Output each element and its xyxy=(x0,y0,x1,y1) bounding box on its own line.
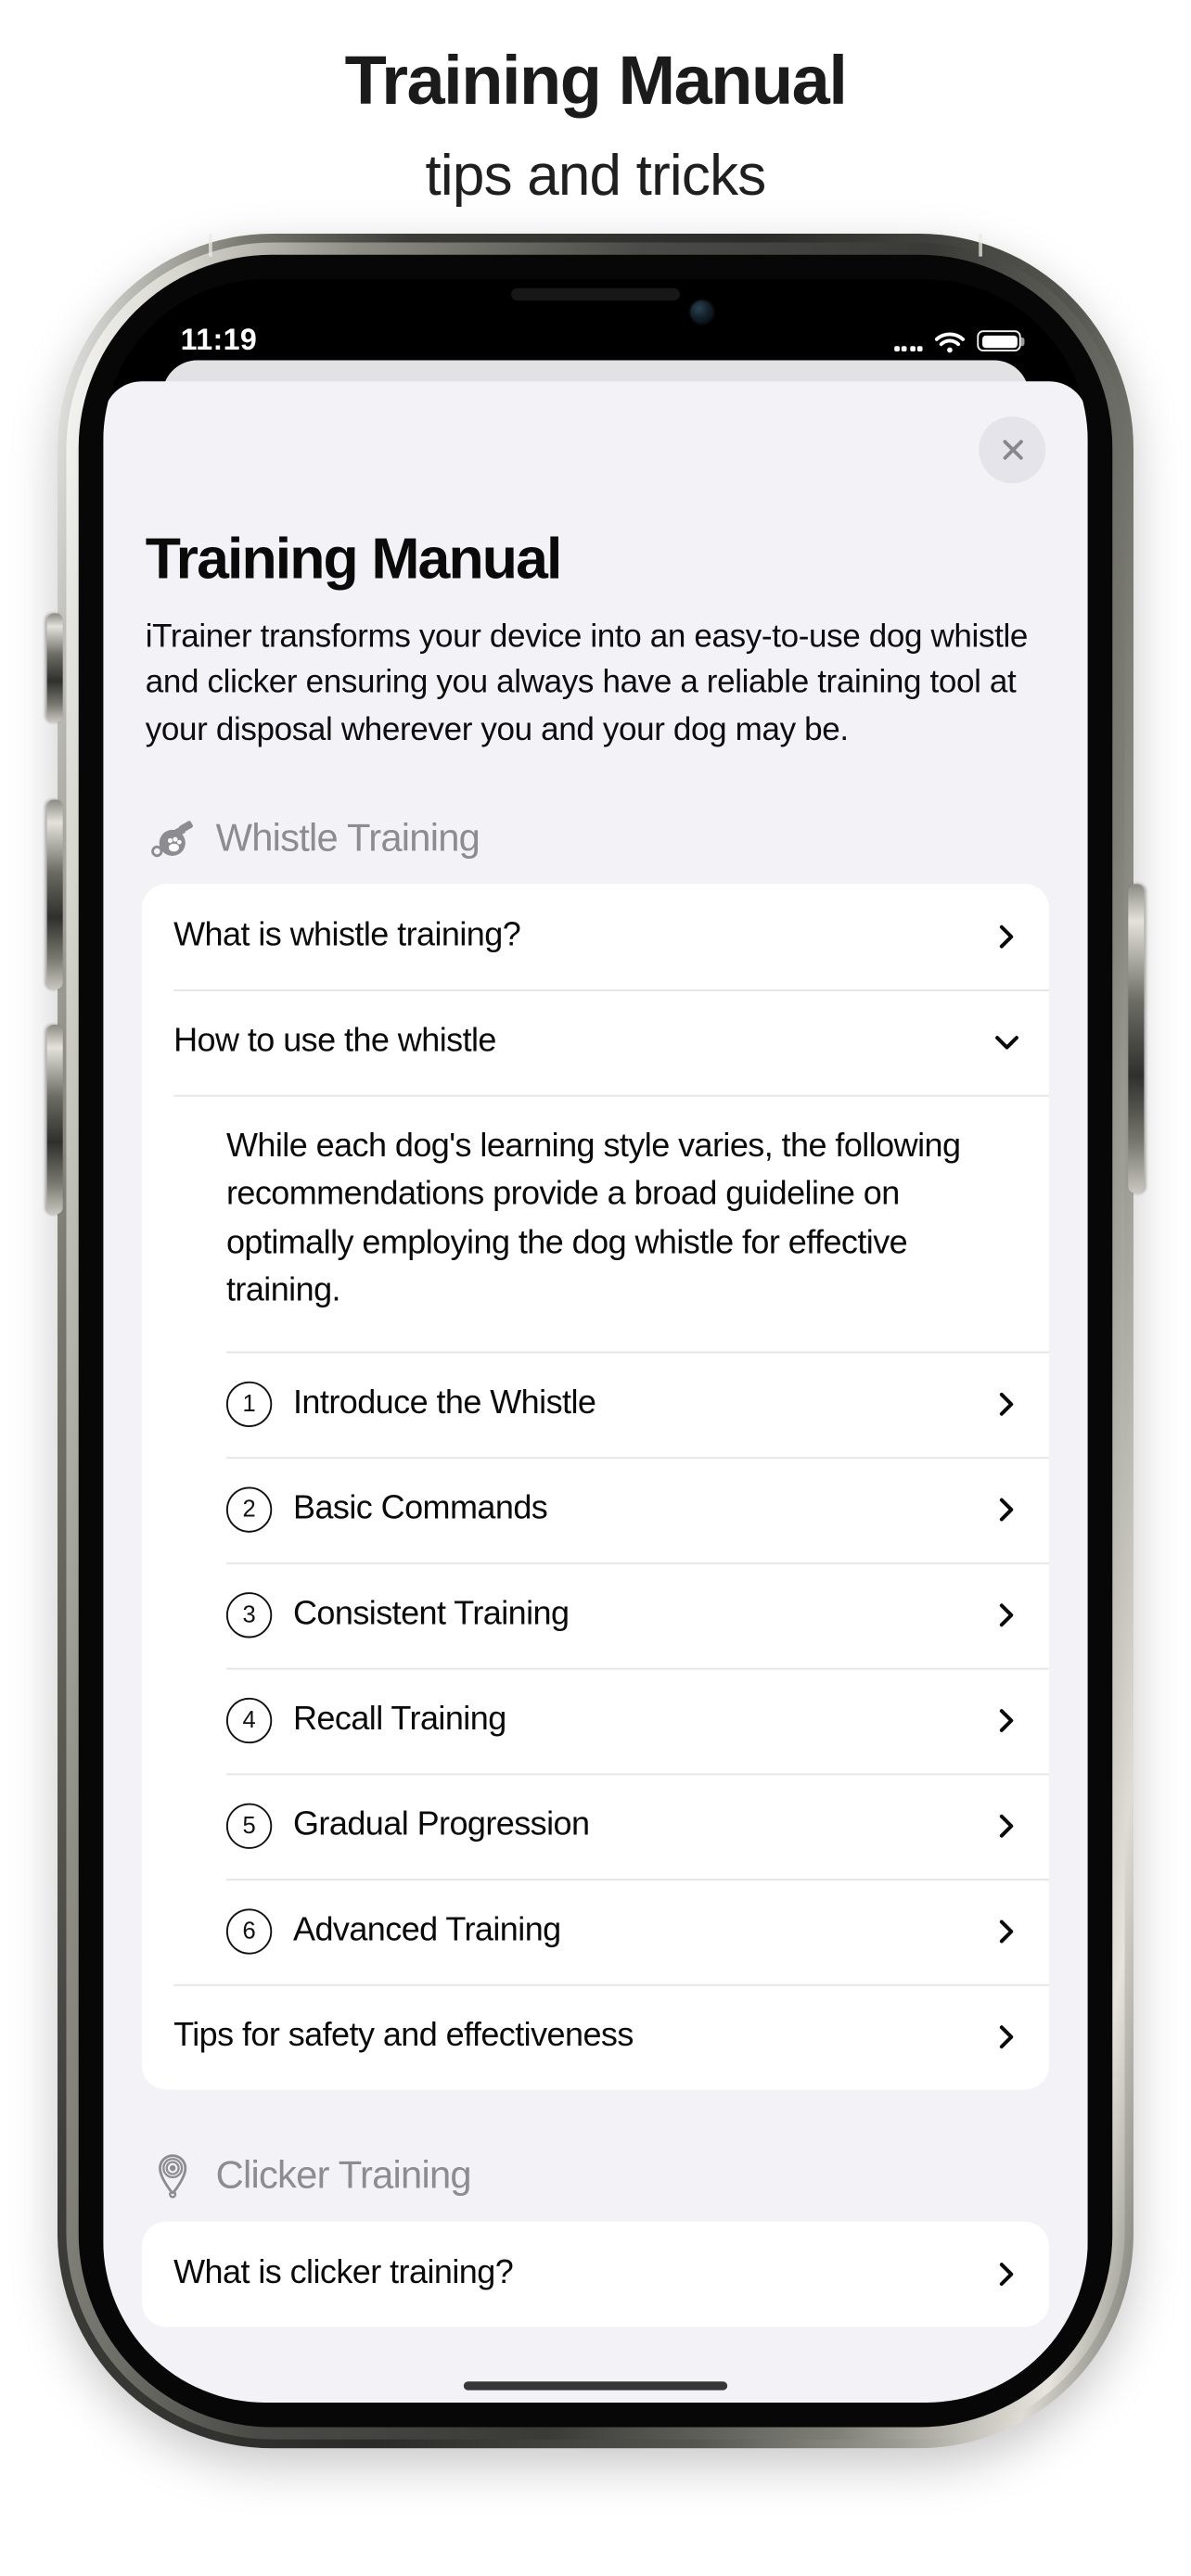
page-description: iTrainer transforms your device into an … xyxy=(145,617,1029,746)
mute-switch-button[interactable] xyxy=(46,613,63,722)
expanded-body-text: While each dog's learning style varies, … xyxy=(142,1094,1050,1351)
list-item-label: Tips for safety and effectiveness xyxy=(173,2017,634,2055)
chevron-right-icon xyxy=(992,1390,1020,1418)
step-number: 5 xyxy=(225,1803,273,1849)
section-label: Clicker Training xyxy=(215,2153,472,2199)
notch xyxy=(439,279,752,338)
list-item-label: What is whistle training? xyxy=(173,916,521,954)
phone-mockup: 11:19 Training Manual iTrainer transform… xyxy=(46,234,1145,2449)
clicker-training-card: What is clicker training? xyxy=(141,2221,1050,2327)
list-item-step-5[interactable]: 5 Gradual Progression xyxy=(142,1773,1050,1879)
whistle-training-card: What is whistle training? How to use the… xyxy=(141,883,1050,2090)
earpiece-speaker-icon xyxy=(511,287,680,301)
list-item-step-6[interactable]: 6 Advanced Training xyxy=(142,1879,1050,1984)
wifi-icon xyxy=(934,330,966,353)
section-header-whistle-training: Whistle Training xyxy=(142,752,1049,884)
antenna-seam-right xyxy=(979,234,982,257)
list-item-tips-for-safety[interactable]: Tips for safety and effectiveness xyxy=(142,1983,1050,2090)
promo-subtitle: tips and tricks xyxy=(425,144,766,209)
power-button[interactable] xyxy=(1128,884,1145,1193)
list-item-label: Advanced Training xyxy=(292,1912,561,1949)
section-header-clicker-training: Clicker Training xyxy=(142,2090,1049,2222)
chevron-right-icon xyxy=(992,1812,1020,1840)
close-icon xyxy=(999,437,1025,463)
clicker-icon xyxy=(149,2153,197,2200)
step-number: 3 xyxy=(225,1592,273,1639)
step-number: 1 xyxy=(225,1381,273,1427)
list-item-step-1[interactable]: 1 Introduce the Whistle xyxy=(142,1351,1050,1457)
list-item-label: Basic Commands xyxy=(292,1490,548,1528)
volume-up-button[interactable] xyxy=(46,799,63,990)
front-camera-icon xyxy=(690,300,713,324)
phone-screen: 11:19 Training Manual iTrainer transform… xyxy=(103,279,1088,2403)
list-item-label: Consistent Training xyxy=(292,1595,570,1633)
list-item-what-is-clicker-training[interactable]: What is clicker training? xyxy=(142,2222,1049,2327)
list-item-label: What is clicker training? xyxy=(173,2254,514,2292)
list-item-label: Gradual Progression xyxy=(292,1806,590,1844)
status-bar-time: 11:19 xyxy=(180,323,258,357)
list-item-step-3[interactable]: 3 Consistent Training xyxy=(142,1562,1050,1668)
list-item-step-4[interactable]: 4 Recall Training xyxy=(142,1667,1050,1774)
section-label: Whistle Training xyxy=(215,815,480,861)
step-number: 6 xyxy=(225,1908,273,1955)
training-manual-sheet: Training Manual iTrainer transforms your… xyxy=(103,381,1088,2403)
phone-frame: 11:19 Training Manual iTrainer transform… xyxy=(46,234,1145,2449)
step-number: 2 xyxy=(225,1486,273,1533)
home-indicator[interactable] xyxy=(463,2381,728,2391)
list-item-label: How to use the whistle xyxy=(173,1022,496,1060)
sheet-scroll-area[interactable]: Training Manual iTrainer transforms your… xyxy=(103,381,1087,2403)
promo-header: Training Manual tips and tricks xyxy=(0,0,1191,213)
promo-title: Training Manual xyxy=(344,42,848,119)
chevron-down-icon xyxy=(992,1027,1020,1055)
list-item-what-is-whistle-training[interactable]: What is whistle training? xyxy=(142,884,1049,989)
step-number: 4 xyxy=(225,1697,273,1744)
chevron-right-icon xyxy=(992,2260,1020,2288)
chevron-right-icon xyxy=(992,923,1020,950)
page-title: Training Manual xyxy=(145,525,563,591)
list-item-label: Recall Training xyxy=(292,1701,506,1739)
cellular-signal-icon xyxy=(893,332,923,351)
chevron-right-icon xyxy=(992,1706,1020,1734)
whistle-icon xyxy=(149,815,197,862)
chevron-right-icon xyxy=(992,2023,1020,2051)
list-item-step-2[interactable]: 2 Basic Commands xyxy=(142,1457,1050,1562)
close-button[interactable] xyxy=(979,416,1046,484)
list-item-how-to-use-the-whistle[interactable]: How to use the whistle xyxy=(142,988,1050,1095)
chevron-right-icon xyxy=(992,1496,1020,1524)
chevron-right-icon xyxy=(992,1918,1020,1945)
list-item-label: Introduce the Whistle xyxy=(292,1384,596,1422)
antenna-seam-left xyxy=(209,234,212,257)
chevron-right-icon xyxy=(992,1601,1020,1629)
status-bar-indicators xyxy=(893,330,1026,353)
volume-down-button[interactable] xyxy=(46,1024,63,1215)
battery-icon xyxy=(977,330,1026,351)
